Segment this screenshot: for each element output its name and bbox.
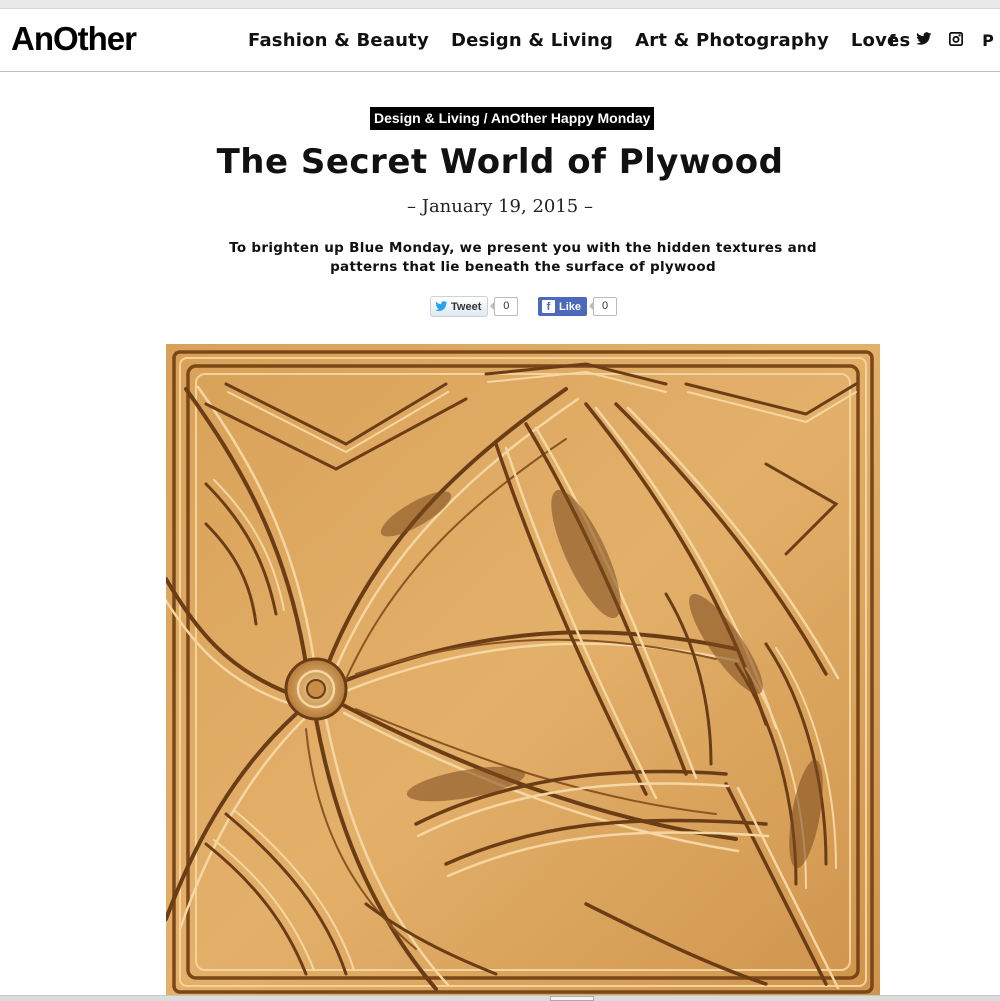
social-links: f P [882,29,998,53]
facebook-icon: f [542,300,555,313]
site-header: AnOther Fashion & Beauty Design & Living… [0,9,1000,72]
instagram-icon[interactable] [946,29,966,53]
facebook-icon[interactable]: f [882,29,902,53]
tweet-button[interactable]: Tweet [430,296,489,317]
tweet-count: 0 [490,297,519,316]
browser-top-edge [0,0,1000,9]
horizontal-scrollbar[interactable] [0,995,1000,1001]
nav-item-fashion-beauty[interactable]: Fashion & Beauty [248,29,429,53]
twitter-bird-icon [435,301,448,312]
nav-item-design-living[interactable]: Design & Living [451,29,613,53]
nav-item-art-photography[interactable]: Art & Photography [635,29,829,53]
tweet-label: Tweet [451,300,482,313]
tweet-share: Tweet 0 [430,296,519,317]
twitter-icon[interactable] [914,29,934,53]
page-title: The Secret World of Plywood [216,142,784,182]
article-category[interactable]: Design & Living / AnOther Happy Monday [370,107,655,130]
site-logo[interactable]: AnOther [11,19,137,59]
scrollbar-thumb[interactable] [550,996,594,1001]
pinterest-icon[interactable]: P [978,29,998,53]
article-date: – January 19, 2015 – [407,196,593,217]
facebook-share: f Like 0 [538,296,618,317]
main-nav: Fashion & Beauty Design & Living Art & P… [248,29,910,53]
like-button[interactable]: f Like [538,297,588,316]
hero-image [166,344,880,1000]
like-count: 0 [589,297,618,316]
like-label: Like [559,300,582,313]
article-standfirst: To brighten up Blue Monday, we present y… [229,240,817,275]
